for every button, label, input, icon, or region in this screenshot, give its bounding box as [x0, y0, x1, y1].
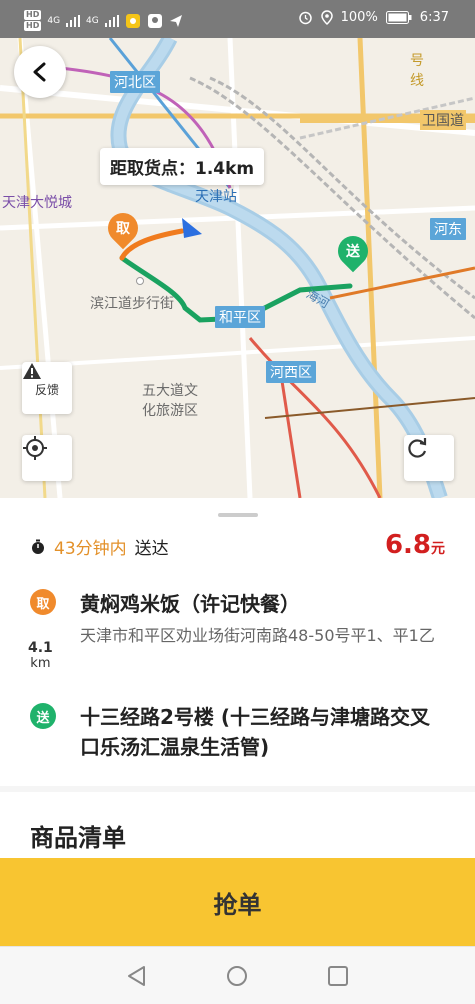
timer-icon	[32, 539, 44, 554]
section-divider	[0, 786, 475, 792]
order-price: 6.8元	[385, 530, 445, 560]
dropoff-address: 十三经路2号楼 (十三经路与津塘路交叉口乐汤汇温泉生活管)	[80, 705, 431, 759]
pickup-address: 天津市和平区劝业场街河南路48-50号平1、平1乙	[80, 626, 435, 645]
hd-badge-2: HD	[24, 21, 42, 31]
signal-icon	[66, 14, 81, 27]
time-limit: 43分钟内	[54, 539, 127, 559]
hd-badge-1: HD	[24, 10, 42, 20]
signal-label-1: 4G	[47, 15, 61, 26]
pickup-shop-name: 黄焖鸡米饭（许记快餐）	[80, 592, 300, 616]
grab-order-button[interactable]: 抢单	[0, 858, 475, 946]
district-hebei: 河北区	[110, 71, 160, 93]
nav-back-icon[interactable]	[126, 965, 148, 987]
app-notification-icon	[125, 13, 140, 28]
district-heping: 和平区	[215, 306, 265, 328]
price-value: 6.8	[384, 530, 431, 560]
label-binjiang: 滨江道步行街	[90, 296, 174, 312]
status-bar: HD HD 4G 4G 100% 6:37	[0, 0, 475, 38]
refresh-button[interactable]	[404, 435, 454, 481]
locate-button[interactable]	[22, 435, 72, 481]
sheet-handle[interactable]	[218, 513, 258, 517]
back-button[interactable]	[14, 46, 66, 98]
refresh-icon	[408, 438, 427, 458]
dropoff-pin-label: 送	[346, 244, 360, 260]
nav-home-icon[interactable]	[226, 965, 248, 987]
warning-icon	[23, 363, 41, 379]
label-wudadao-2: 化旅游区	[142, 403, 198, 419]
goods-list-title: 商品清单	[30, 824, 126, 852]
clock: 6:37	[419, 10, 449, 25]
alarm-icon	[298, 11, 312, 25]
distance-unit: km	[30, 656, 51, 671]
distance-value: 4.1	[28, 640, 53, 656]
status-left: HD HD 4G 4G	[24, 10, 183, 31]
label-metro-9: 号	[410, 53, 424, 69]
map-roads	[0, 38, 475, 498]
status-right: 100% 6:37	[298, 10, 449, 25]
map-notification-icon	[147, 13, 162, 28]
dropoff-badge: 送	[30, 703, 56, 729]
label-tianjin-station: 天津站	[195, 189, 237, 205]
location-icon	[320, 10, 333, 25]
label-wudadao-1: 五大道文	[142, 383, 198, 399]
label-metro-9b: 线	[410, 73, 424, 89]
battery-icon	[385, 11, 412, 24]
label-joy-city: 天津大悦城	[2, 195, 72, 211]
district-hexi: 河西区	[266, 361, 316, 383]
delivery-time-row: 43分钟内 送达	[30, 534, 169, 559]
feedback-label: 反馈	[34, 382, 59, 397]
hd-badges: HD HD	[24, 10, 42, 31]
distance-tooltip: 距取货点：1.4km	[100, 148, 265, 185]
time-suffix: 送达	[134, 539, 169, 559]
distance: 4.1 km	[28, 640, 53, 671]
district-hedong: 河东	[430, 218, 466, 240]
feedback-button[interactable]: 反馈	[22, 362, 72, 414]
signal-icon-2	[104, 14, 119, 27]
system-nav-bar	[0, 946, 475, 1004]
signal-label-2: 4G	[86, 15, 99, 26]
map-view[interactable]: 河北区 和平区 河西区 河东 天津站 天津大悦城 滨江道步行街 五大道文 化旅游…	[0, 38, 475, 498]
pickup-pin-label: 取	[116, 221, 130, 237]
send-icon	[169, 14, 182, 27]
locate-icon	[23, 436, 47, 460]
label-weiguo-road: 卫国道	[420, 110, 466, 130]
nav-recent-icon[interactable]	[327, 965, 349, 987]
pickup-badge: 取	[30, 589, 56, 615]
price-unit: 元	[431, 541, 445, 557]
battery-percent: 100%	[340, 10, 378, 25]
back-arrow-icon	[33, 62, 46, 82]
